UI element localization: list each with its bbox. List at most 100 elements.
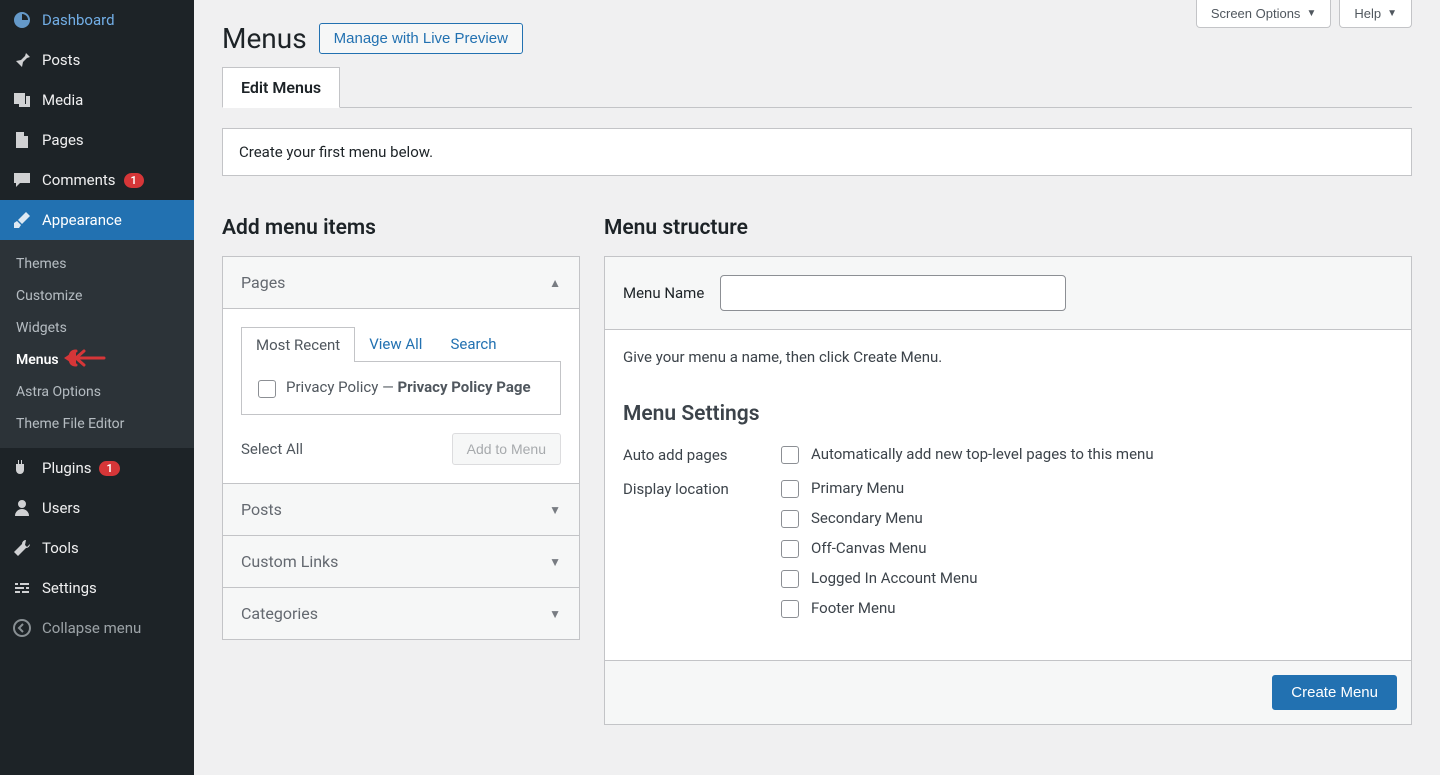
chevron-down-icon: ▼	[1306, 8, 1316, 19]
location-primary[interactable]: Primary Menu	[781, 478, 1393, 498]
add-menu-items-column: Add menu items Pages ▲ Most Recent View …	[222, 216, 580, 725]
tab-search[interactable]: Search	[436, 327, 510, 362]
tab-view-all[interactable]: View All	[355, 327, 436, 362]
inner-tabs: Most Recent View All Search	[241, 327, 561, 362]
help-label: Help	[1354, 6, 1381, 21]
accordion-title: Categories	[241, 604, 318, 623]
chevron-down-icon: ▼	[1387, 8, 1397, 19]
sidebar-label: Plugins	[42, 459, 91, 477]
submenu-item-themes[interactable]: Themes	[0, 248, 194, 280]
sidebar-item-posts[interactable]: Posts	[0, 40, 194, 80]
tab-edit-menus[interactable]: Edit Menus	[222, 67, 340, 108]
add-to-menu-button[interactable]: Add to Menu	[452, 433, 561, 465]
menu-structure-column: Menu structure Menu Name Give your menu …	[604, 216, 1412, 725]
help-button[interactable]: Help ▼	[1339, 0, 1412, 28]
pin-icon	[12, 50, 32, 70]
sidebar-label: Pages	[42, 131, 84, 149]
accordion-title: Pages	[241, 273, 285, 292]
screen-options-button[interactable]: Screen Options ▼	[1196, 0, 1332, 28]
page-item-privacy-policy[interactable]: Privacy Policy — Privacy Policy Page	[258, 378, 544, 398]
sidebar-item-appearance[interactable]: Appearance	[0, 200, 194, 240]
submenu-item-editor[interactable]: Theme File Editor	[0, 408, 194, 440]
sidebar-item-comments[interactable]: Comments 1	[0, 160, 194, 200]
page-item-bold: Privacy Policy Page	[398, 378, 531, 396]
chevron-down-icon: ▼	[549, 555, 561, 569]
submenu-item-customize[interactable]: Customize	[0, 280, 194, 312]
menu-settings-heading: Menu Settings	[623, 402, 1393, 426]
chevron-down-icon: ▼	[549, 607, 561, 621]
menu-name-label: Menu Name	[623, 284, 704, 302]
auto-add-checkbox-row[interactable]: Automatically add new top-level pages to…	[781, 444, 1393, 464]
menu-name-row: Menu Name	[605, 257, 1411, 330]
checkbox[interactable]	[781, 480, 799, 498]
plugins-badge: 1	[99, 461, 119, 476]
accordion-posts-header[interactable]: Posts ▼	[223, 483, 579, 535]
submenu-item-astra[interactable]: Astra Options	[0, 376, 194, 408]
checkbox[interactable]	[781, 510, 799, 528]
admin-sidebar: Dashboard Posts Media Pages Comments	[0, 0, 194, 775]
accordion-categories-header[interactable]: Categories ▼	[223, 587, 579, 639]
location-logged-in[interactable]: Logged In Account Menu	[781, 568, 1393, 588]
arrow-annotation-icon	[62, 347, 106, 373]
pages-icon	[12, 130, 32, 150]
sidebar-label: Media	[42, 91, 83, 109]
main-content: Screen Options ▼ Help ▼ Menus Manage wit…	[194, 0, 1440, 775]
media-icon	[12, 90, 32, 110]
accordion-title: Posts	[241, 500, 282, 519]
auto-add-label: Auto add pages	[623, 444, 781, 464]
menu-structure-footer: Create Menu	[605, 660, 1411, 724]
settings-icon	[12, 578, 32, 598]
menu-structure-heading: Menu structure	[604, 216, 1412, 240]
comment-icon	[12, 170, 32, 190]
sidebar-item-collapse[interactable]: Collapse menu	[0, 608, 194, 648]
accordion-title: Custom Links	[241, 552, 338, 571]
location-text: Logged In Account Menu	[811, 569, 978, 587]
accordion-custom-links-header[interactable]: Custom Links ▼	[223, 535, 579, 587]
location-text: Secondary Menu	[811, 509, 923, 527]
info-notice: Create your first menu below.	[222, 128, 1412, 176]
menu-name-input[interactable]	[720, 275, 1066, 311]
location-off-canvas[interactable]: Off-Canvas Menu	[781, 538, 1393, 558]
sidebar-item-users[interactable]: Users	[0, 488, 194, 528]
location-text: Footer Menu	[811, 599, 896, 617]
checkbox[interactable]	[781, 446, 799, 464]
live-preview-button[interactable]: Manage with Live Preview	[319, 23, 523, 54]
chevron-up-icon: ▲	[549, 276, 561, 290]
menu-structure-body: Give your menu a name, then click Create…	[605, 330, 1411, 660]
wrench-icon	[12, 538, 32, 558]
screen-options-label: Screen Options	[1211, 6, 1301, 21]
checkbox[interactable]	[781, 600, 799, 618]
menu-structure-box: Menu Name Give your menu a name, then cl…	[604, 256, 1412, 725]
auto-add-text: Automatically add new top-level pages to…	[811, 445, 1154, 463]
location-footer[interactable]: Footer Menu	[781, 598, 1393, 618]
sidebar-item-tools[interactable]: Tools	[0, 528, 194, 568]
sidebar-item-dashboard[interactable]: Dashboard	[0, 0, 194, 40]
accordion-pages-body: Most Recent View All Search Privacy Poli…	[223, 308, 579, 483]
page-item-prefix: Privacy Policy —	[286, 378, 398, 396]
sidebar-item-media[interactable]: Media	[0, 80, 194, 120]
submenu-label: Menus	[16, 352, 59, 368]
checkbox[interactable]	[258, 380, 276, 398]
create-menu-button[interactable]: Create Menu	[1272, 675, 1397, 710]
page-item-text: Privacy Policy — Privacy Policy Page	[286, 378, 531, 396]
sidebar-item-plugins[interactable]: Plugins 1	[0, 448, 194, 488]
accordion-pages-header[interactable]: Pages ▲	[223, 257, 579, 308]
sidebar-label: Tools	[42, 539, 79, 557]
comments-badge: 1	[124, 173, 144, 188]
pages-footer: Select All Add to Menu	[241, 433, 561, 465]
tab-most-recent[interactable]: Most Recent	[241, 327, 355, 362]
select-all-link[interactable]: Select All	[241, 440, 303, 458]
nav-tabs: Edit Menus	[222, 67, 1412, 108]
brush-icon	[12, 210, 32, 230]
chevron-down-icon: ▼	[549, 503, 561, 517]
checkbox[interactable]	[781, 570, 799, 588]
display-location-label: Display location	[623, 478, 781, 498]
location-secondary[interactable]: Secondary Menu	[781, 508, 1393, 528]
checkbox[interactable]	[781, 540, 799, 558]
submenu-item-widgets[interactable]: Widgets	[0, 312, 194, 344]
sidebar-item-settings[interactable]: Settings	[0, 568, 194, 608]
sidebar-item-pages[interactable]: Pages	[0, 120, 194, 160]
submenu-item-menus[interactable]: Menus	[0, 344, 194, 376]
sidebar-label: Appearance	[42, 211, 122, 229]
dashboard-icon	[12, 10, 32, 30]
